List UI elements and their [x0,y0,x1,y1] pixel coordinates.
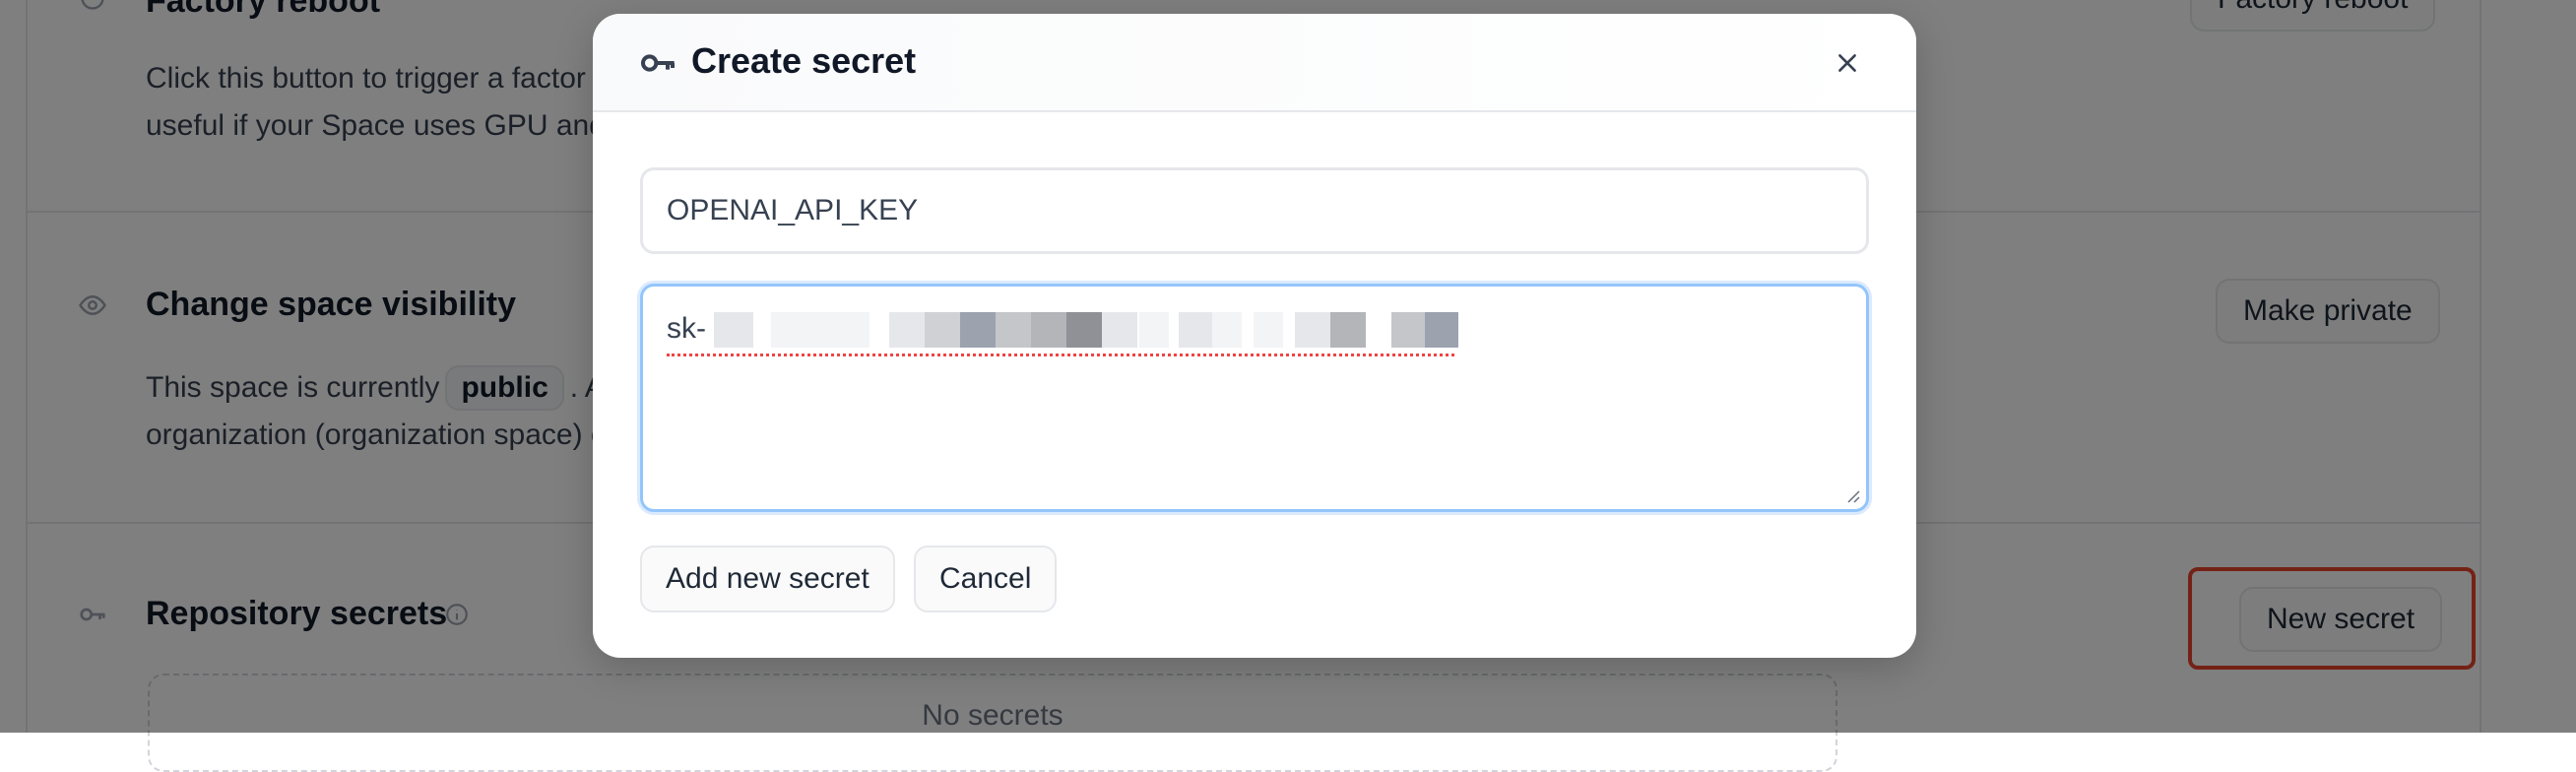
resize-handle[interactable] [1842,485,1860,503]
cancel-button[interactable]: Cancel [914,546,1058,612]
create-secret-modal: Create secret sk- [593,14,1916,658]
spellcheck-underline [667,350,1454,356]
add-new-secret-button[interactable]: Add new secret [640,546,895,612]
secret-value-text: sk- [667,312,706,345]
modal-header: Create secret [593,14,1916,112]
modal-title: Create secret [691,40,917,81]
key-icon [638,43,677,83]
close-icon[interactable] [1828,43,1867,83]
secret-value-textarea[interactable]: sk- [640,284,1869,512]
secret-name-input[interactable] [640,167,1869,254]
